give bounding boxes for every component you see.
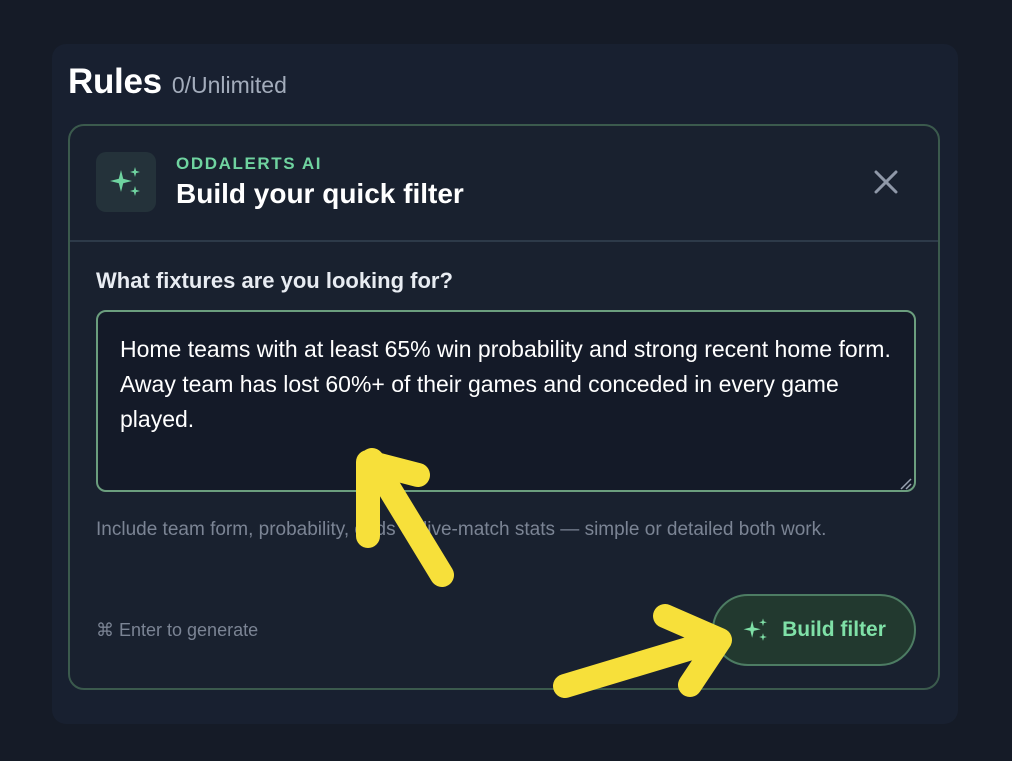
card-header: ODDALERTS AI Build your quick filter	[70, 126, 938, 242]
ai-badge	[96, 152, 156, 212]
shortcut-hint: ⌘ Enter to generate	[96, 620, 259, 640]
rules-title: Rules	[68, 62, 162, 101]
rules-header: Rules 0/Unlimited	[68, 62, 287, 102]
quick-filter-card: ODDALERTS AI Build your quick filter Wha…	[68, 124, 940, 690]
sparkles-icon	[110, 167, 140, 196]
build-filter-label: Build filter	[782, 618, 886, 641]
resize-grip-icon[interactable]	[898, 476, 912, 490]
sparkles-icon	[743, 618, 767, 641]
build-filter-button[interactable]: Build filter	[712, 594, 916, 666]
card-title: Build your quick filter	[176, 178, 464, 209]
close-button[interactable]	[866, 162, 906, 202]
hint-text: Include team form, probability, odds or …	[96, 519, 827, 540]
close-icon	[874, 170, 898, 194]
query-textarea[interactable]: Home teams with at least 65% win probabi…	[96, 310, 916, 492]
brand-label: ODDALERTS AI	[176, 154, 323, 173]
question-label: What fixtures are you looking for?	[96, 268, 453, 293]
rules-count: 0/Unlimited	[171, 72, 287, 98]
